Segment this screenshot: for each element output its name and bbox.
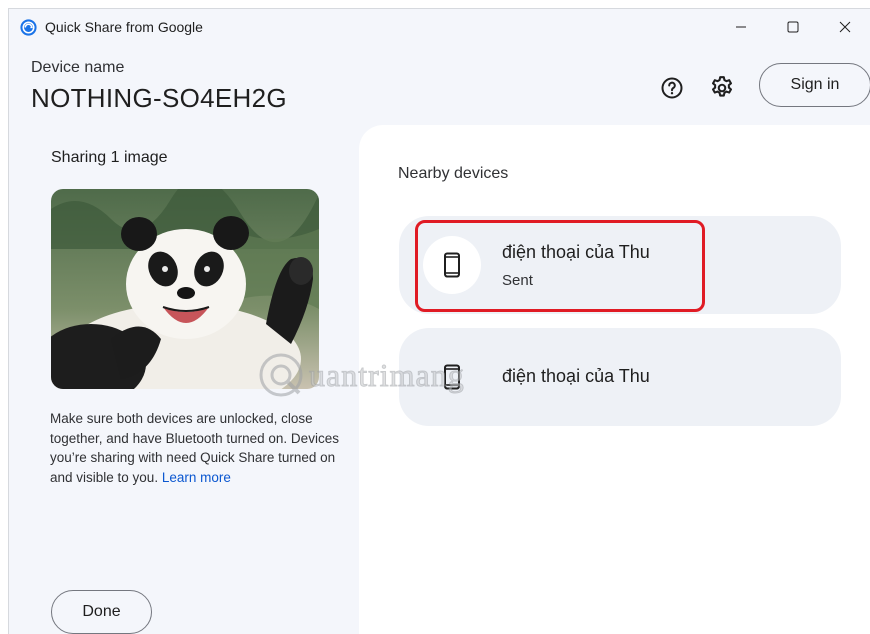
done-button[interactable]: Done [51,590,152,634]
highlight-box [415,220,705,312]
device-name-value: NOTHING-SO4EH2G [31,83,287,113]
settings-button[interactable] [705,71,739,105]
nearby-devices-title: Nearby devices [398,165,509,182]
close-button[interactable] [819,9,870,45]
sharing-title: Sharing 1 image [51,149,168,166]
help-circle-icon [661,77,683,99]
watermark-text: uantrimang [309,356,465,393]
watermark-logo-icon [259,353,303,397]
close-icon [839,21,851,33]
info-text: Make sure both devices are unlocked, clo… [50,409,340,487]
minimize-button[interactable] [715,9,767,45]
title-bar: Quick Share from Google [9,9,870,45]
help-button[interactable] [655,71,689,105]
watermark: uantrimang [257,351,465,399]
sign-in-button[interactable]: Sign in [759,63,870,107]
window-title: Quick Share from Google [45,19,203,35]
gear-icon [711,76,733,97]
maximize-icon [787,21,799,33]
minimize-icon [736,26,746,28]
device-card[interactable]: điện thoại của Thu [399,328,841,426]
maximize-button[interactable] [767,9,819,45]
quick-share-window: Quick Share from Google Device name NOTH… [8,8,870,634]
device-name-label: Device name [31,59,125,76]
quick-share-app-icon [20,19,37,36]
device-name: điện thoại của Thu [502,366,650,386]
learn-more-link[interactable]: Learn more [162,470,231,485]
